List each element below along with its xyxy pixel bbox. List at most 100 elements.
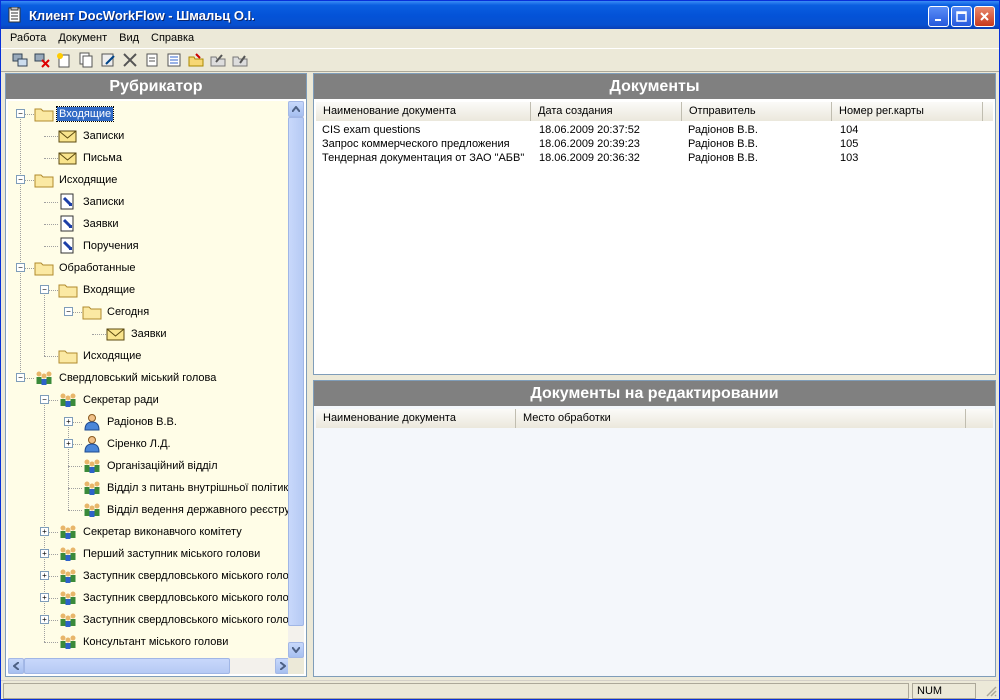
tree-node[interactable]: Радіонов В.В. [82, 411, 179, 433]
tree-node[interactable]: Записки [58, 125, 126, 147]
collapse-toggle[interactable]: − [16, 175, 25, 184]
connect-button[interactable] [9, 50, 31, 70]
edit-document-button[interactable] [97, 50, 119, 70]
cell-document-name: Запрос коммерческого предложения [322, 138, 510, 150]
tree-node-label: Исходящие [83, 350, 142, 362]
minimize-button[interactable] [928, 6, 949, 27]
expand-toggle[interactable]: + [40, 549, 49, 558]
tree-node[interactable]: Секретар ради [58, 389, 161, 411]
tools-icon [123, 53, 137, 67]
collapse-toggle[interactable]: − [40, 285, 49, 294]
tree-node[interactable]: Записки [58, 191, 126, 213]
cell-document-name: Тендерная документация от ЗАО "АБВ" [322, 152, 525, 164]
cell-reg-number: 105 [840, 138, 859, 150]
tree-node[interactable]: Заступник свердловського міського голови [58, 609, 291, 631]
close-button[interactable] [974, 6, 995, 27]
expand-toggle[interactable]: + [40, 593, 49, 602]
collapse-toggle[interactable]: − [40, 395, 49, 404]
tree-node[interactable]: Свердловський міський голова [34, 367, 218, 389]
collapse-toggle[interactable]: − [16, 263, 25, 272]
tree-node[interactable]: Исходящие [34, 169, 119, 191]
collapse-toggle[interactable]: − [16, 109, 25, 118]
tree-node[interactable]: Сегодня [82, 301, 151, 323]
tree-node[interactable]: Сіренко Л.Д. [82, 433, 173, 455]
tree-node[interactable]: Исходящие [58, 345, 143, 367]
rubricator-tree[interactable]: − Входящие Записки Письма − Исходящие Записки З… [8, 101, 291, 658]
tree-horizontal-scrollbar[interactable] [8, 658, 291, 674]
tree-node[interactable]: Письма [58, 147, 124, 169]
document-icon [58, 237, 78, 255]
scroll-up-button[interactable] [288, 101, 304, 117]
tree-node-label: Заявки [131, 328, 167, 340]
table-row[interactable]: Тендерная документация от ЗАО "АБВ" 18.0… [316, 151, 934, 165]
tree-node-label: Входящие [83, 284, 136, 296]
properties-button[interactable] [141, 50, 163, 70]
menu-document[interactable]: Документ [52, 29, 113, 47]
editing-grid-header: Наименование документа Место обработки [316, 409, 993, 428]
expand-toggle[interactable]: + [40, 527, 49, 536]
folder-open-button[interactable] [185, 50, 207, 70]
tree-node[interactable]: Входящие [34, 103, 115, 125]
tree-node-label: Сіренко Л.Д. [107, 438, 171, 450]
resize-grip-icon[interactable] [985, 685, 997, 697]
table-row[interactable]: Запрос коммерческого предложения 18.06.2… [316, 137, 934, 151]
editing-grid[interactable] [316, 429, 993, 674]
tree-connector [44, 290, 45, 356]
table-row[interactable]: CIS exam questions 18.06.2009 20:37:52 Р… [316, 123, 934, 137]
tree-node[interactable]: Заступник свердловського міського голови [58, 587, 291, 609]
list-button[interactable] [163, 50, 185, 70]
new-document-button[interactable] [53, 50, 75, 70]
menu-help[interactable]: Справка [145, 29, 200, 47]
tree-node-label: Секретар виконавчого комітету [83, 526, 242, 538]
expand-toggle[interactable]: + [64, 439, 73, 448]
app-icon [8, 7, 21, 23]
tree-node[interactable]: Організаційний відділ [82, 455, 220, 477]
tree-node[interactable]: Консультант міського голови [58, 631, 230, 653]
folder-send-button[interactable] [207, 50, 229, 70]
menu-work[interactable]: Работа [4, 29, 52, 47]
scroll-down-button[interactable] [288, 642, 304, 658]
menu-view[interactable]: Вид [113, 29, 145, 47]
expand-toggle[interactable]: + [40, 571, 49, 580]
folder-export-button[interactable] [229, 50, 251, 70]
column-reg-number[interactable]: Номер рег.карты [832, 102, 983, 121]
tree-node[interactable]: Заявки [58, 213, 121, 235]
tree-vertical-scrollbar[interactable] [288, 101, 304, 658]
title-bar[interactable]: Клиент DocWorkFlow - Шмальц О.І. [1, 1, 999, 29]
cell-created-date: 18.06.2009 20:36:32 [539, 152, 640, 164]
column-created-date[interactable]: Дата создания [531, 102, 682, 121]
column-processing-place[interactable]: Место обработки [516, 409, 966, 428]
tree-node[interactable]: Заявки [106, 323, 169, 345]
collapse-toggle[interactable]: − [16, 373, 25, 382]
group-icon [58, 524, 78, 540]
collapse-toggle[interactable]: − [64, 307, 73, 316]
tree-connector [68, 488, 82, 489]
maximize-icon [956, 11, 967, 22]
folder-icon [82, 304, 102, 320]
scroll-left-button[interactable] [8, 658, 24, 674]
vertical-scroll-thumb[interactable] [288, 117, 304, 626]
group-icon [58, 546, 78, 562]
expand-toggle[interactable]: + [40, 615, 49, 624]
column-sender[interactable]: Отправитель [682, 102, 832, 121]
tree-node[interactable]: Секретар виконавчого комітету [58, 521, 244, 543]
tree-node[interactable]: Перший заступник міського голови [58, 543, 262, 565]
disconnect-button[interactable] [31, 50, 53, 70]
tree-node[interactable]: Обработанные [34, 257, 137, 279]
column-document-name[interactable]: Наименование документа [316, 102, 531, 121]
folder-send-icon [210, 54, 226, 67]
tree-node[interactable]: Відділ ведення державного реєстру [82, 499, 291, 521]
tree-node[interactable]: Поручения [58, 235, 141, 257]
tree-node[interactable]: Входящие [58, 279, 137, 301]
maximize-button[interactable] [951, 6, 972, 27]
documents-panel: Документы Наименование документа Дата со… [313, 73, 996, 375]
column-document-name[interactable]: Наименование документа [316, 409, 516, 428]
horizontal-scroll-thumb[interactable] [24, 658, 230, 674]
tree-node-label: Радіонов В.В. [107, 416, 177, 428]
expand-toggle[interactable]: + [64, 417, 73, 426]
group-icon [58, 612, 78, 628]
tree-node[interactable]: Заступник свердловського міського голови [58, 565, 291, 587]
copy-document-button[interactable] [75, 50, 97, 70]
tools-button[interactable] [119, 50, 141, 70]
tree-node[interactable]: Відділ з питань внутрішньої політики [82, 477, 291, 499]
